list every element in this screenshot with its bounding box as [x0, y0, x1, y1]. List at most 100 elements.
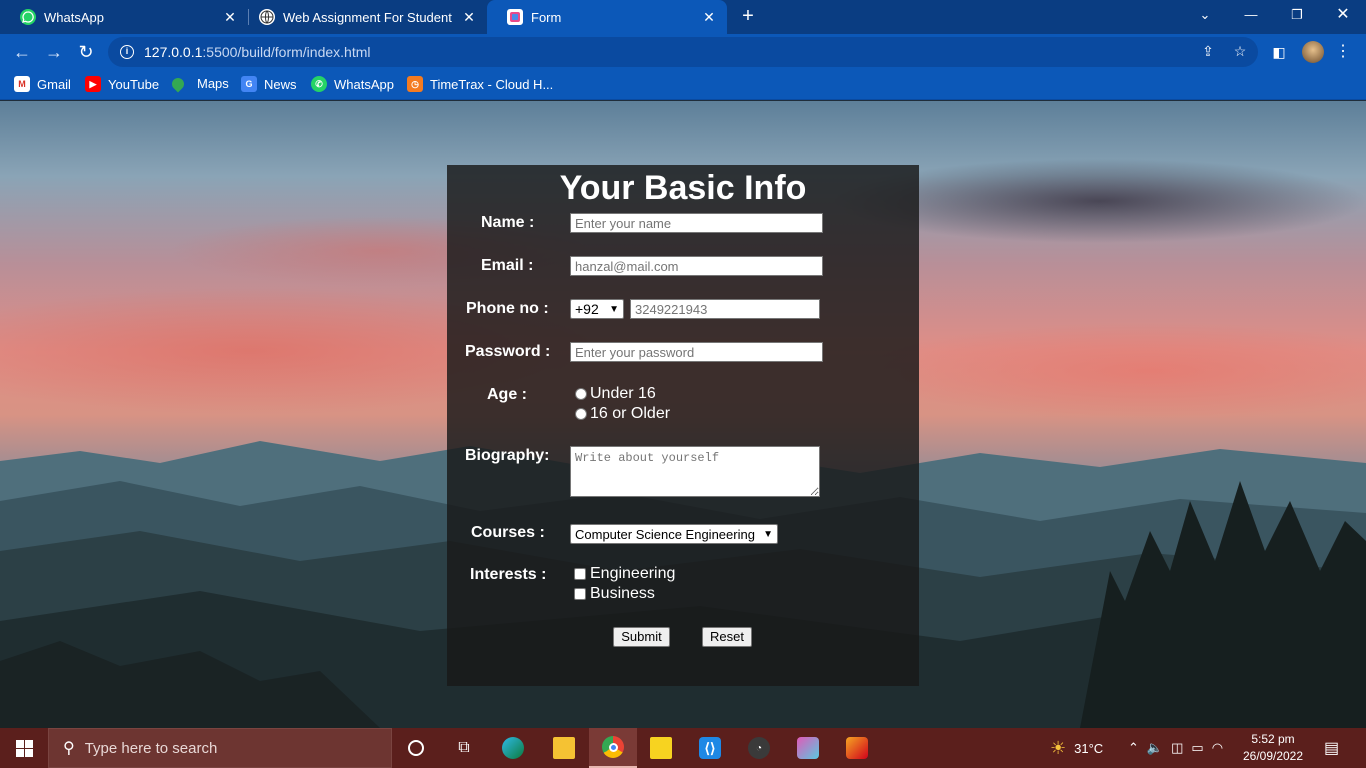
checkbox[interactable] [574, 568, 586, 580]
site-info-icon[interactable]: i [120, 45, 134, 59]
show-hidden-icons-icon[interactable]: ⌃ [1128, 740, 1139, 756]
clock-date: 26/09/2022 [1242, 749, 1304, 763]
gmail-icon: M [14, 76, 30, 92]
radio-button[interactable] [575, 408, 587, 420]
chrome-app[interactable] [589, 728, 637, 768]
bookmark-label: YouTube [108, 76, 160, 92]
age-label: Age : [487, 386, 527, 403]
timetrax-icon: ◷ [407, 76, 423, 92]
form-favicon-icon [507, 9, 523, 25]
folder-icon [553, 737, 575, 759]
sticky-notes-app[interactable] [637, 728, 685, 768]
reload-button[interactable]: ↻ [74, 40, 98, 64]
bookmark-gmail[interactable]: M Gmail [14, 76, 71, 92]
age-option-under-16[interactable]: Under 16 [575, 385, 656, 403]
bookmark-news[interactable]: G News [241, 76, 297, 92]
wpm-app[interactable]: ◔ [735, 728, 783, 768]
weather-widget[interactable]: ☀ 31°C [1050, 728, 1103, 768]
email-input[interactable] [570, 256, 823, 276]
vscode-app[interactable]: ⟨⟩ [686, 728, 734, 768]
close-window-button[interactable]: ✕ [1320, 0, 1366, 30]
name-input[interactable] [570, 213, 823, 233]
tab-strip: WhatsApp ✕ Web Assignment For Student ✕ … [0, 0, 1366, 34]
vscode-icon: ⟨⟩ [699, 737, 721, 759]
tab-search-button[interactable]: ⌄ [1182, 0, 1228, 30]
new-tab-button[interactable]: + [736, 4, 760, 28]
cortana-button[interactable] [392, 728, 440, 768]
tab-whatsapp[interactable]: WhatsApp ✕ [0, 0, 248, 34]
tab-title: Web Assignment For Student [283, 9, 452, 25]
tab-title: WhatsApp [44, 9, 104, 25]
age-option-label: Under 16 [590, 385, 656, 402]
interest-label: Business [590, 585, 655, 602]
radio-button[interactable] [575, 388, 587, 400]
system-tray: ⌃ 🔈 ◫ ▭ ◠ [1128, 728, 1223, 768]
notification-icon: ▤ [1324, 740, 1340, 757]
submit-button[interactable]: Submit [613, 627, 670, 647]
courses-select[interactable]: Computer Science Engineering ▼ [570, 524, 778, 544]
tab-form[interactable]: Form ✕ [487, 0, 727, 34]
youtube-icon: ▶ [85, 76, 101, 92]
soda-game-app[interactable] [833, 728, 881, 768]
candy-game-app[interactable] [784, 728, 832, 768]
reset-button[interactable]: Reset [702, 627, 752, 647]
age-option-label: 16 or Older [590, 405, 671, 422]
game-icon [846, 737, 868, 759]
bookmark-star-icon[interactable]: ☆ [1231, 43, 1249, 61]
start-button[interactable] [0, 728, 48, 768]
back-button[interactable]: ← [10, 40, 34, 64]
forward-button[interactable]: → [42, 40, 66, 64]
bookmark-label: WhatsApp [334, 76, 394, 92]
close-icon[interactable]: ✕ [697, 9, 721, 26]
bookmark-label: Maps [197, 76, 229, 91]
chrome-icon [602, 736, 624, 758]
meet-now-icon[interactable]: ◫ [1171, 740, 1183, 756]
page-background: Your Basic Info Name : Email : Phone no … [0, 101, 1366, 728]
menu-icon[interactable]: ⋮ [1332, 41, 1354, 63]
profile-avatar[interactable] [1302, 41, 1324, 63]
address-bar[interactable]: i 127.0.0.1:5500/build/form/index.html [108, 37, 1258, 67]
bookmark-youtube[interactable]: ▶ YouTube [85, 76, 159, 92]
close-icon[interactable]: ✕ [457, 9, 481, 26]
task-view-button[interactable]: ⧉ [440, 728, 488, 768]
globe-icon [259, 9, 275, 25]
minimize-button[interactable]: — [1228, 0, 1274, 30]
bookmark-timetrax[interactable]: ◷ TimeTrax - Cloud H... [407, 76, 553, 92]
age-option-16-or-older[interactable]: 16 or Older [575, 405, 670, 423]
biography-textarea[interactable] [570, 446, 820, 497]
cortana-icon [408, 740, 424, 756]
restore-button[interactable]: ❐ [1274, 0, 1320, 30]
password-input[interactable] [570, 342, 823, 362]
taskbar-search[interactable]: ⚲ Type here to search [48, 728, 392, 768]
password-label: Password : [465, 343, 551, 360]
share-icon[interactable]: ⇪ [1199, 43, 1217, 61]
taskbar-clock[interactable]: 5:52 pm 26/09/2022 [1236, 731, 1310, 765]
bookmark-maps[interactable]: Maps [169, 75, 229, 92]
bookmark-whatsapp[interactable]: ✆ WhatsApp [311, 76, 394, 92]
bookmark-label: Gmail [37, 76, 71, 92]
bookmarks-bar: M Gmail ▶ YouTube Maps G News ✆ WhatsApp… [0, 70, 1366, 100]
interest-business[interactable]: Business [574, 585, 655, 603]
file-explorer-app[interactable] [540, 728, 588, 768]
country-code-select[interactable]: +92 ▼ [570, 299, 624, 319]
speedometer-icon: ◔ [748, 737, 770, 759]
checkbox[interactable] [574, 588, 586, 600]
side-panel-icon[interactable]: ◧ [1268, 41, 1290, 63]
volume-icon[interactable]: 🔈 [1147, 740, 1163, 756]
basic-info-form: Your Basic Info Name : Email : Phone no … [447, 165, 919, 686]
wifi-icon[interactable]: ◠ [1212, 740, 1223, 756]
edge-icon [502, 737, 524, 759]
interest-engineering[interactable]: Engineering [574, 565, 675, 583]
edge-app[interactable] [489, 728, 537, 768]
course-selected-value: Computer Science Engineering [575, 526, 755, 542]
battery-icon[interactable]: ▭ [1191, 740, 1203, 756]
tab-title: Form [531, 9, 562, 25]
phone-input[interactable] [630, 299, 820, 319]
search-icon: ⚲ [63, 740, 75, 757]
windows-taskbar: ⚲ Type here to search ⧉ ⟨⟩ ◔ ☀ 31°C ⌃ 🔈 … [0, 728, 1366, 768]
bookmark-label: TimeTrax - Cloud H... [430, 76, 554, 92]
biography-label: Biography: [465, 447, 550, 464]
notifications-button[interactable]: ▤ [1324, 728, 1339, 768]
search-placeholder: Type here to search [84, 739, 218, 757]
tab-web-assignment[interactable]: Web Assignment For Student ✕ [239, 0, 487, 34]
